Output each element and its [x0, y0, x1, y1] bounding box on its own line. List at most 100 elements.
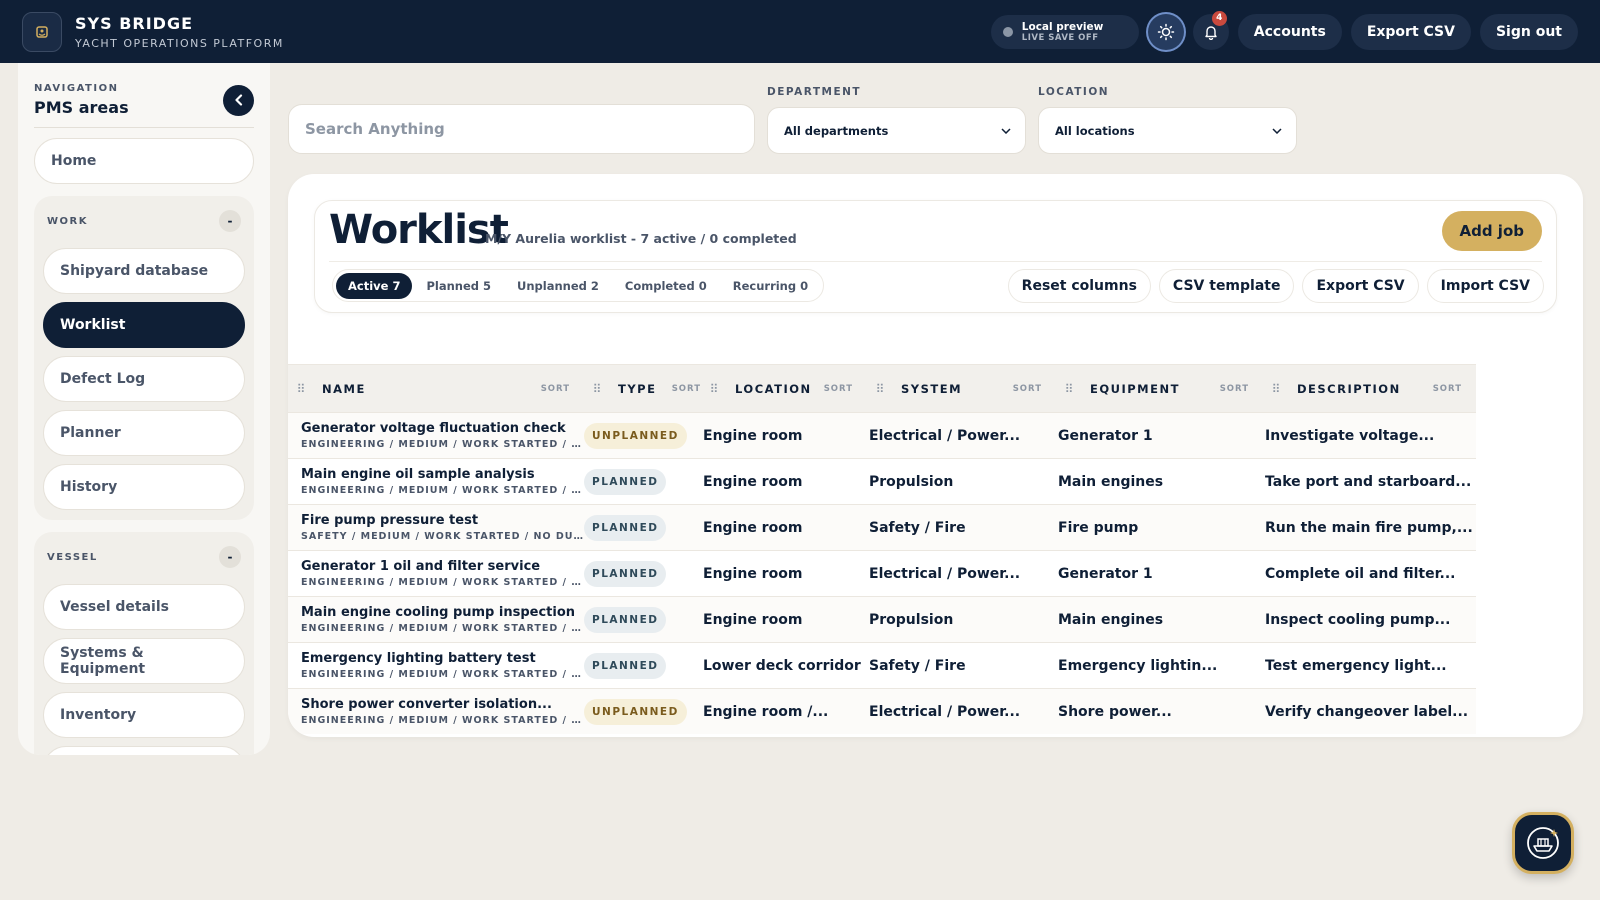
tab-recurring[interactable]: Recurring 0 [721, 273, 820, 299]
sort-button[interactable]: SORT [1433, 384, 1462, 394]
tab-planned[interactable]: Planned 5 [414, 273, 503, 299]
location-select[interactable]: All locations [1038, 107, 1297, 154]
accounts-button[interactable]: Accounts [1237, 13, 1342, 50]
table-row[interactable]: Shore power converter isolation... ENGINE… [288, 688, 1476, 734]
description-cell: Complete oil and filter... [1263, 566, 1476, 582]
assistant-ship-button[interactable] [1512, 812, 1574, 874]
drag-handle-icon[interactable]: ⠿ [867, 382, 891, 396]
equipment-cell: Fire pump [1056, 520, 1263, 536]
column-header-name[interactable]: ⠿ NAME SORT [288, 365, 584, 412]
sidebar-item-inventory[interactable]: Inventory [43, 692, 245, 738]
column-header-location[interactable]: ⠿ LOCATION SORT [701, 365, 867, 412]
equipment-link[interactable]: Emergency lightin... [1058, 658, 1263, 674]
group-collapse-toggle[interactable]: - [219, 546, 241, 568]
search-box[interactable] [288, 104, 755, 154]
sidebar-item-shipyard-database[interactable]: Shipyard database [43, 248, 245, 294]
sidebar-item-home[interactable]: Home [34, 138, 254, 184]
equipment-link[interactable]: Fire pump [1058, 520, 1263, 536]
import-csv-button[interactable]: Import CSV [1426, 269, 1544, 303]
sort-button[interactable]: SORT [541, 384, 570, 394]
column-label: EQUIPMENT [1090, 381, 1180, 396]
anchor-logo-icon[interactable] [22, 11, 62, 52]
notifications-button[interactable]: 4 [1192, 10, 1229, 50]
page-title: Worklist [329, 207, 509, 253]
sidebar-item-worklist[interactable]: Worklist [43, 302, 245, 348]
equipment-link[interactable]: Main engines [1058, 474, 1263, 490]
sidebar-item-systems-equipment[interactable]: Systems & Equipment [43, 638, 245, 684]
equipment-link[interactable]: Main engines [1058, 612, 1263, 628]
drag-handle-icon[interactable]: ⠿ [1056, 382, 1080, 396]
system-link[interactable]: Electrical / Power... [869, 428, 1056, 444]
system-link[interactable]: Safety / Fire [869, 658, 1056, 674]
theme-toggle-button[interactable] [1147, 13, 1184, 50]
job-title[interactable]: Generator voltage fluctuation check [301, 421, 584, 436]
table-row[interactable]: Main engine oil sample analysis ENGINEERI… [288, 458, 1476, 504]
sort-button[interactable]: SORT [1013, 384, 1042, 394]
worklist-panel: Worklist M/Y Aurelia worklist - 7 active… [288, 174, 1583, 737]
chevron-down-icon [1272, 127, 1282, 134]
drag-handle-icon[interactable]: ⠿ [701, 382, 725, 396]
job-title[interactable]: Main engine oil sample analysis [301, 467, 584, 482]
system-link[interactable]: Propulsion [869, 612, 1056, 628]
department-select[interactable]: All departments [767, 107, 1026, 154]
add-job-button[interactable]: Add job [1441, 211, 1542, 251]
sign-out-button[interactable]: Sign out [1479, 13, 1578, 50]
export-csv-table-button[interactable]: Export CSV [1302, 269, 1419, 303]
group-collapse-toggle[interactable]: - [219, 210, 241, 232]
drag-handle-icon[interactable]: ⠿ [1263, 382, 1287, 396]
sidebar-item-vessel-details[interactable]: Vessel details [43, 584, 245, 630]
column-header-description[interactable]: ⠿ DESCRIPTION SORT [1263, 365, 1476, 412]
filter-bar: DEPARTMENT All departments LOCATION All … [288, 86, 1297, 154]
job-title[interactable]: Generator 1 oil and filter service [301, 559, 584, 574]
table-row[interactable]: Generator 1 oil and filter service ENGINE… [288, 550, 1476, 596]
csv-template-button[interactable]: CSV template [1158, 269, 1295, 303]
chevron-left-icon [234, 94, 242, 106]
location-text: Engine room /... [703, 703, 829, 720]
tab-unplanned[interactable]: Unplanned 2 [505, 273, 611, 299]
table-row[interactable]: Emergency lighting battery test ENGINEERI… [288, 642, 1476, 688]
column-header-system[interactable]: ⠿ SYSTEM SORT [867, 365, 1056, 412]
job-title[interactable]: Main engine cooling pump inspection [301, 605, 584, 620]
table-row[interactable]: Main engine cooling pump inspection ENGIN… [288, 596, 1476, 642]
tab-active[interactable]: Active 7 [336, 272, 413, 299]
job-type-cell: PLANNED [584, 606, 701, 633]
description-text: Inspect cooling pump... [1265, 611, 1451, 628]
system-link[interactable]: Propulsion [869, 474, 1056, 490]
location-cell: Engine room [701, 566, 867, 582]
sort-button[interactable]: SORT [672, 384, 701, 394]
equipment-link[interactable]: Generator 1 [1058, 428, 1263, 444]
equipment-cell: Emergency lightin... [1056, 658, 1263, 674]
collapse-sidebar-button[interactable] [223, 84, 254, 116]
local-preview-status[interactable]: Local preview LIVE SAVE OFF [990, 14, 1139, 49]
search-input[interactable] [305, 120, 738, 138]
reset-columns-button[interactable]: Reset columns [1007, 269, 1151, 303]
tab-completed[interactable]: Completed 0 [613, 273, 719, 299]
job-title[interactable]: Fire pump pressure test [301, 513, 584, 528]
system-link[interactable]: Electrical / Power... [869, 566, 1056, 582]
job-meta: ENGINEERING / MEDIUM / WORK STARTED / ..… [301, 439, 584, 450]
system-link[interactable]: Electrical / Power... [869, 704, 1056, 720]
sidebar-item-more[interactable] [43, 746, 245, 755]
drag-handle-icon[interactable]: ⠿ [288, 382, 312, 396]
system-cell: Electrical / Power... [867, 428, 1056, 444]
description-cell: Run the main fire pump,... [1263, 520, 1476, 536]
sidebar-item-planner[interactable]: Planner [43, 410, 245, 456]
column-header-type[interactable]: ⠿ TYPE SORT [584, 365, 701, 412]
job-title[interactable]: Emergency lighting battery test [301, 651, 584, 666]
table-row[interactable]: Fire pump pressure test SAFETY / MEDIUM /… [288, 504, 1476, 550]
job-title[interactable]: Shore power converter isolation... [301, 697, 584, 712]
sort-button[interactable]: SORT [824, 384, 853, 394]
notification-count-badge: 4 [1211, 10, 1227, 26]
column-header-equipment[interactable]: ⠿ EQUIPMENT SORT [1056, 365, 1263, 412]
location-text: Engine room [703, 473, 803, 490]
equipment-link[interactable]: Generator 1 [1058, 566, 1263, 582]
system-link[interactable]: Safety / Fire [869, 520, 1056, 536]
drag-handle-icon[interactable]: ⠿ [584, 382, 608, 396]
table-row[interactable]: Generator voltage fluctuation check ENGIN… [288, 412, 1476, 458]
export-csv-button[interactable]: Export CSV [1350, 13, 1471, 50]
equipment-link[interactable]: Shore power... [1058, 704, 1263, 720]
equipment-cell: Main engines [1056, 474, 1263, 490]
sort-button[interactable]: SORT [1220, 384, 1249, 394]
sidebar-item-defect-log[interactable]: Defect Log [43, 356, 245, 402]
sidebar-item-history[interactable]: History [43, 464, 245, 510]
